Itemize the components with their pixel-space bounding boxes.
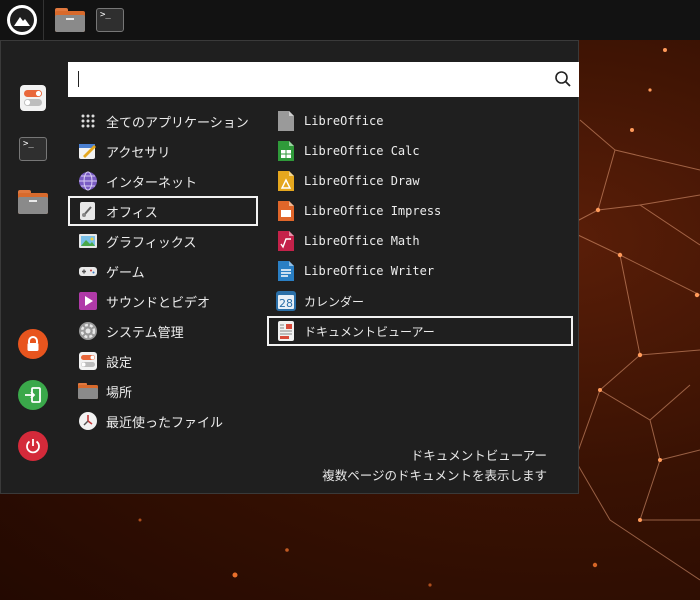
category-label: 場所 — [106, 385, 133, 401]
category-office[interactable]: オフィス — [68, 196, 258, 226]
app-description: ドキュメントビューアー 複数ページのドキュメントを表示します — [322, 446, 547, 486]
category-games[interactable]: ゲーム — [68, 256, 258, 286]
category-label: アクセサリ — [106, 145, 171, 161]
terminal-icon: >_ — [96, 8, 124, 32]
accessories-icon — [78, 141, 98, 161]
taskbar-terminal[interactable]: >_ — [90, 0, 130, 40]
category-all-applications[interactable]: 全てのアプリケーション — [68, 106, 258, 136]
category-label: インターネット — [106, 175, 198, 191]
category-label: サウンドとビデオ — [106, 295, 211, 311]
calendar-icon: 28 — [276, 291, 296, 311]
multimedia-icon — [78, 291, 98, 311]
top-panel: >_ — [0, 0, 700, 40]
category-system[interactable]: システム管理 — [68, 316, 258, 346]
sidebar-lock-button[interactable] — [17, 328, 49, 360]
sidebar-power-button[interactable] — [17, 430, 49, 462]
libreoffice-icon — [276, 111, 296, 131]
libreoffice-math-icon — [276, 231, 296, 251]
category-label: 全てのアプリケーション — [106, 115, 249, 131]
games-icon — [78, 261, 98, 281]
category-label: システム管理 — [106, 325, 184, 341]
sidebar-settings-button[interactable] — [17, 82, 49, 114]
app-libreoffice-math[interactable]: LibreOffice Math — [267, 226, 573, 256]
category-list: 全てのアプリケーション アクセサリ インターネット オフィス グラフィックス ゲ… — [68, 106, 258, 436]
app-document-viewer[interactable]: ドキュメントビューアー — [267, 316, 573, 346]
search-icon[interactable] — [554, 70, 572, 88]
app-libreoffice[interactable]: LibreOffice — [267, 106, 573, 136]
app-libreoffice-calc[interactable]: LibreOffice Calc — [267, 136, 573, 166]
description-title: ドキュメントビューアー — [410, 448, 547, 463]
category-accessories[interactable]: アクセサリ — [68, 136, 258, 166]
category-settings[interactable]: 設定 — [68, 346, 258, 376]
office-icon — [78, 201, 98, 221]
category-label: 設定 — [106, 355, 133, 371]
app-calendar[interactable]: 28 カレンダー — [267, 286, 573, 316]
sidebar-terminal-button[interactable]: >_ — [17, 133, 49, 165]
category-label: 最近使ったファイル — [106, 415, 224, 431]
places-folder-icon — [78, 381, 98, 401]
document-viewer-icon — [276, 321, 296, 341]
settings-toggle-icon — [20, 85, 46, 111]
menu-sidebar: >_ — [1, 41, 63, 493]
app-label: ドキュメントビューアー — [304, 324, 435, 339]
distro-logo-icon — [6, 5, 37, 35]
internet-icon — [78, 171, 98, 191]
graphics-icon — [78, 231, 98, 251]
category-graphics[interactable]: グラフィックス — [68, 226, 258, 256]
category-label: グラフィックス — [106, 235, 197, 251]
grid-icon — [78, 111, 98, 131]
app-menu-button[interactable] — [0, 0, 44, 40]
app-label: LibreOffice Draw — [304, 174, 420, 188]
text-caret — [78, 71, 79, 87]
libreoffice-draw-icon — [276, 171, 296, 191]
folder-icon — [18, 190, 48, 214]
settings-icon — [78, 351, 98, 371]
category-places[interactable]: 場所 — [68, 376, 258, 406]
category-label: ゲーム — [106, 265, 145, 281]
application-menu: >_ 全てのアプリケーション アクセサリ インターネット オフィス グラフィック… — [0, 40, 579, 494]
terminal-icon: >_ — [19, 137, 47, 161]
lock-icon — [18, 329, 48, 359]
app-label: カレンダー — [304, 294, 365, 309]
app-libreoffice-impress[interactable]: LibreOffice Impress — [267, 196, 573, 226]
libreoffice-impress-icon — [276, 201, 296, 221]
application-list: LibreOffice LibreOffice Calc LibreOffice… — [267, 106, 573, 346]
folder-icon — [55, 8, 85, 32]
svg-text:28: 28 — [279, 297, 293, 310]
libreoffice-writer-icon — [276, 261, 296, 281]
app-label: LibreOffice Writer — [304, 264, 435, 278]
category-recent-files[interactable]: 最近使ったファイル — [68, 406, 258, 436]
app-label: LibreOffice — [304, 114, 384, 128]
search-input[interactable] — [68, 62, 579, 97]
system-icon — [78, 321, 98, 341]
taskbar-file-manager[interactable] — [50, 0, 90, 40]
sidebar-files-button[interactable] — [17, 186, 49, 218]
description-text: 複数ページのドキュメントを表示します — [322, 468, 547, 483]
app-libreoffice-draw[interactable]: LibreOffice Draw — [267, 166, 573, 196]
logout-icon — [18, 380, 48, 410]
recent-files-icon — [78, 411, 98, 431]
power-icon — [18, 431, 48, 461]
app-label: LibreOffice Math — [304, 234, 420, 248]
app-label: LibreOffice Impress — [304, 204, 442, 218]
category-multimedia[interactable]: サウンドとビデオ — [68, 286, 258, 316]
category-internet[interactable]: インターネット — [68, 166, 258, 196]
category-label: オフィス — [106, 205, 158, 221]
libreoffice-calc-icon — [276, 141, 296, 161]
sidebar-logout-button[interactable] — [17, 379, 49, 411]
app-label: LibreOffice Calc — [304, 144, 420, 158]
app-libreoffice-writer[interactable]: LibreOffice Writer — [267, 256, 573, 286]
